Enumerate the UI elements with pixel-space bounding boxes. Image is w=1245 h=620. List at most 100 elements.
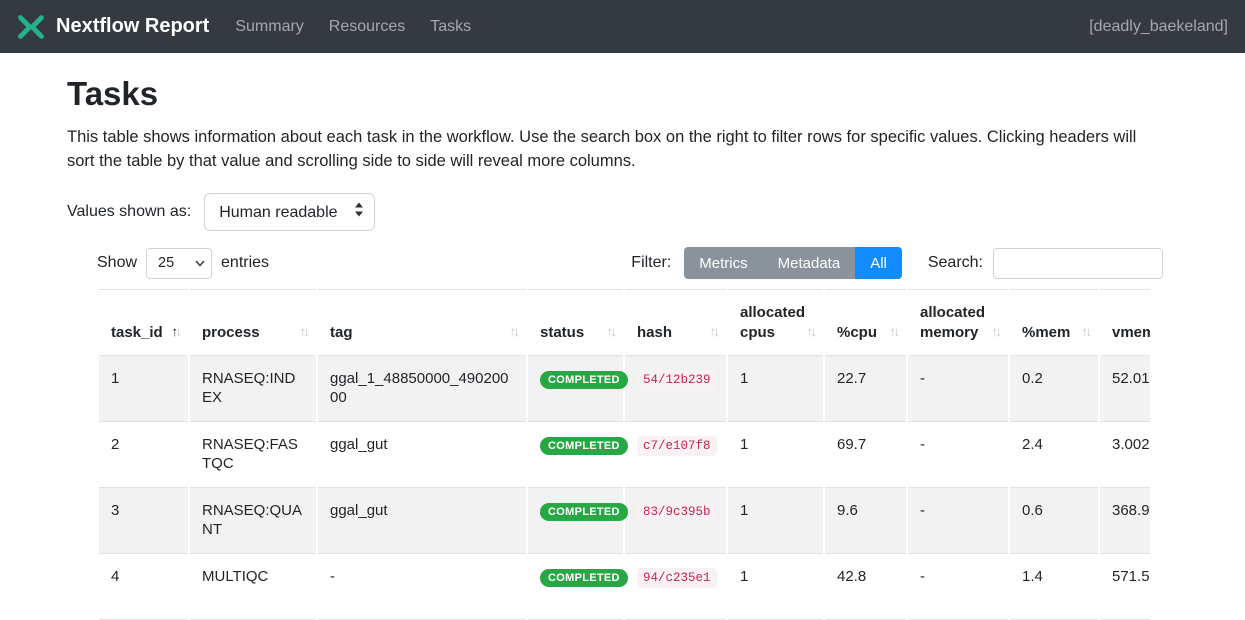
show-label: Show: [97, 254, 137, 272]
cell-process: RNASEQ:QUANT: [190, 488, 316, 554]
tasks-table: task_id ↑↓ process ↑↓ tag ↑↓ status ↑↓ h…: [97, 289, 1150, 620]
cell-allocated-memory: -: [908, 422, 1008, 488]
cell-pcpu: 42.8: [825, 554, 906, 620]
column-header-allocated-memory[interactable]: allocated memory ↑↓: [908, 289, 1008, 356]
sort-icon: ↑↓: [172, 322, 180, 342]
column-header-vmem[interactable]: vmem ↑↓: [1100, 289, 1150, 356]
top-navbar: Nextflow Report Summary Resources Tasks …: [0, 0, 1245, 53]
cell-task-id: 1: [99, 356, 188, 422]
nav-item-resources[interactable]: Resources: [329, 18, 405, 36]
cell-pcpu: 22.7: [825, 356, 906, 422]
sort-desc-icon: ↓: [893, 322, 897, 342]
page-description: This table shows information about each …: [67, 125, 1163, 173]
values-shown-select[interactable]: Human readable: [204, 193, 375, 231]
sort-icon: ↑↓: [807, 322, 815, 342]
search-label: Search:: [928, 254, 983, 272]
cell-hash: c7/e107f8: [625, 422, 726, 488]
sort-desc-icon: ↓: [810, 322, 814, 342]
filter-all-button[interactable]: All: [855, 247, 902, 279]
filter-label: Filter:: [631, 254, 671, 272]
cell-pcpu: 9.6: [825, 488, 906, 554]
main-content: Tasks This table shows information about…: [0, 53, 1245, 620]
sort-icon: ↑↓: [890, 322, 898, 342]
cell-allocated-cpus: 1: [728, 356, 823, 422]
cell-vmem: 3.002: [1100, 422, 1150, 488]
cell-allocated-memory: -: [908, 488, 1008, 554]
cell-vmem: 368.95 MB: [1100, 488, 1150, 554]
sort-desc-icon: ↓: [175, 322, 179, 342]
navbar-links: Summary Resources Tasks: [235, 18, 496, 36]
sort-desc-icon: ↓: [303, 322, 307, 342]
sort-icon: ↑↓: [607, 322, 615, 342]
column-header-process[interactable]: process ↑↓: [190, 289, 316, 356]
entries-label: entries: [221, 254, 269, 272]
hash-code: 54/12b239: [637, 370, 717, 390]
page-length-select[interactable]: 25: [146, 248, 212, 279]
status-badge: COMPLETED: [540, 503, 628, 521]
cell-process: MULTIQC: [190, 554, 316, 620]
sort-desc-icon: ↓: [1085, 322, 1089, 342]
column-header-status[interactable]: status ↑↓: [528, 289, 623, 356]
hash-code: c7/e107f8: [637, 436, 717, 456]
cell-status: COMPLETED: [528, 356, 623, 422]
search-input[interactable]: [993, 248, 1163, 279]
filter-button-group: Metrics Metadata All: [684, 247, 902, 279]
cell-process: RNASEQ:FASTQC: [190, 422, 316, 488]
cell-vmem: 52.016 MB: [1100, 356, 1150, 422]
values-shown-row: Values shown as: Human readable: [67, 193, 1163, 231]
column-header-pcpu[interactable]: %cpu ↑↓: [825, 289, 906, 356]
column-header-tag[interactable]: tag ↑↓: [318, 289, 526, 356]
column-header-task-id[interactable]: task_id ↑↓: [99, 289, 188, 356]
cell-task-id: 4: [99, 554, 188, 620]
cell-task-id: 3: [99, 488, 188, 554]
table-row: 4 MULTIQC - COMPLETED 94/c235e1 1 42.8 -…: [99, 554, 1150, 620]
cell-allocated-memory: -: [908, 554, 1008, 620]
cell-status: COMPLETED: [528, 554, 623, 620]
sort-icon: ↑↓: [710, 322, 718, 342]
cell-pmem: 0.2: [1010, 356, 1098, 422]
table-row: 1 RNASEQ:INDEX ggal_1_48850000_49020000 …: [99, 356, 1150, 422]
column-header-hash[interactable]: hash ↑↓: [625, 289, 726, 356]
nextflow-logo-icon: [17, 13, 45, 41]
cell-allocated-cpus: 1: [728, 554, 823, 620]
filter-metrics-button[interactable]: Metrics: [684, 247, 762, 279]
cell-pmem: 0.6: [1010, 488, 1098, 554]
table-row: 2 RNASEQ:FASTQC ggal_gut COMPLETED c7/e1…: [99, 422, 1150, 488]
cell-vmem: 571.58 MB: [1100, 554, 1150, 620]
cell-task-id: 2: [99, 422, 188, 488]
hash-code: 94/c235e1: [637, 568, 717, 588]
sort-icon: ↑↓: [300, 322, 308, 342]
cell-pmem: 1.4: [1010, 554, 1098, 620]
cell-tag: ggal_gut: [318, 488, 526, 554]
cell-allocated-memory: -: [908, 356, 1008, 422]
cell-tag: ggal_1_48850000_49020000: [318, 356, 526, 422]
cell-tag: -: [318, 554, 526, 620]
table-controls-row: Show 25 entries Filter: Metrics Metadata…: [97, 247, 1163, 279]
sort-desc-icon: ↓: [610, 322, 614, 342]
nav-item-summary[interactable]: Summary: [235, 18, 303, 36]
cell-tag: ggal_gut: [318, 422, 526, 488]
cell-status: COMPLETED: [528, 488, 623, 554]
status-badge: COMPLETED: [540, 371, 628, 389]
table-row: 3 RNASEQ:QUANT ggal_gut COMPLETED 83/9c3…: [99, 488, 1150, 554]
nav-item-tasks[interactable]: Tasks: [430, 18, 471, 36]
app-brand[interactable]: Nextflow Report: [56, 15, 209, 38]
column-header-pmem[interactable]: %mem ↑↓: [1010, 289, 1098, 356]
sort-desc-icon: ↓: [995, 322, 999, 342]
hash-code: 83/9c395b: [637, 502, 717, 522]
sort-icon: ↑↓: [510, 322, 518, 342]
sort-icon: ↑↓: [992, 322, 1000, 342]
cell-process: RNASEQ:INDEX: [190, 356, 316, 422]
run-name-label: [deadly_baekeland]: [1089, 18, 1228, 36]
cell-status: COMPLETED: [528, 422, 623, 488]
sort-icon: ↑↓: [1082, 322, 1090, 342]
cell-hash: 83/9c395b: [625, 488, 726, 554]
status-badge: COMPLETED: [540, 437, 628, 455]
sort-desc-icon: ↓: [513, 322, 517, 342]
cell-allocated-cpus: 1: [728, 422, 823, 488]
cell-allocated-cpus: 1: [728, 488, 823, 554]
table-header-row: task_id ↑↓ process ↑↓ tag ↑↓ status ↑↓ h…: [99, 289, 1150, 356]
tasks-table-container[interactable]: task_id ↑↓ process ↑↓ tag ↑↓ status ↑↓ h…: [97, 289, 1150, 620]
column-header-allocated-cpus[interactable]: allocated cpus ↑↓: [728, 289, 823, 356]
filter-metadata-button[interactable]: Metadata: [763, 247, 856, 279]
